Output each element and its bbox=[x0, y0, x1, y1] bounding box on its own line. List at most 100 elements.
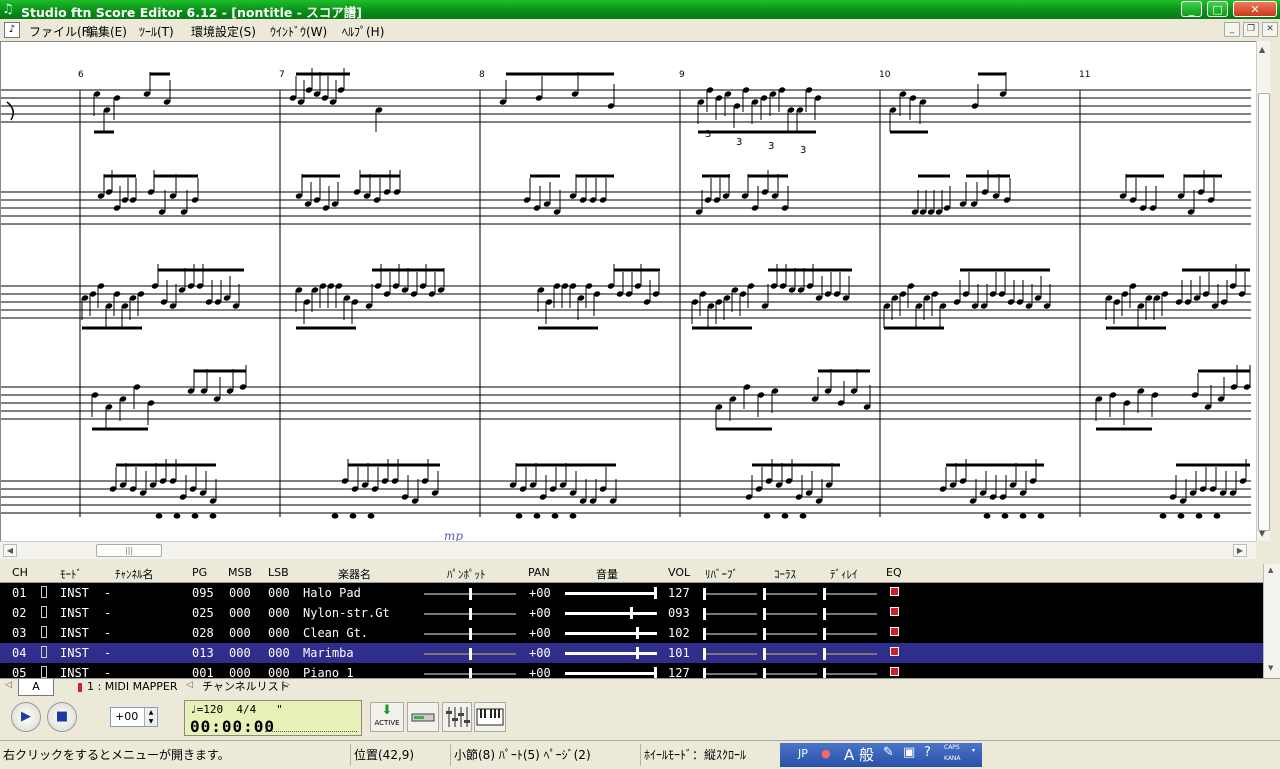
reverb-slider[interactable] bbox=[703, 608, 757, 620]
slider-knob[interactable] bbox=[823, 608, 826, 620]
ime-options-icon[interactable]: ▾ bbox=[972, 747, 975, 754]
panpot-slider[interactable] bbox=[424, 588, 516, 600]
ime-input-mode[interactable]: A 般 bbox=[844, 744, 874, 765]
slider-knob[interactable] bbox=[763, 648, 766, 660]
reverb-slider[interactable] bbox=[703, 648, 757, 660]
slider-knob[interactable] bbox=[654, 667, 657, 678]
mute-checkbox[interactable] bbox=[41, 666, 47, 678]
panpot-slider[interactable] bbox=[424, 608, 516, 620]
mute-checkbox[interactable] bbox=[41, 626, 47, 638]
header-volume[interactable]: 音量 bbox=[596, 566, 618, 582]
slider-knob[interactable] bbox=[469, 628, 472, 640]
tab-prev-icon[interactable]: ◁ bbox=[186, 680, 193, 690]
horizontal-scroll-thumb[interactable]: ||| bbox=[96, 544, 162, 557]
delay-slider[interactable] bbox=[823, 628, 877, 640]
header-vol[interactable]: VOL bbox=[668, 566, 690, 579]
mdi-close-button[interactable]: ✕ bbox=[1262, 22, 1278, 37]
ime-language-bar[interactable]: JP ● A 般 ✎ ▣ ? CAPS KANA ▾ bbox=[780, 743, 982, 767]
eq-toggle[interactable] bbox=[890, 607, 899, 616]
slider-knob[interactable] bbox=[763, 608, 766, 620]
header-pg[interactable]: PG bbox=[192, 566, 207, 579]
score-vertical-scrollbar[interactable]: ▲ ▼ bbox=[1256, 41, 1271, 541]
scroll-up-icon[interactable]: ▲ bbox=[1268, 566, 1273, 574]
delay-slider[interactable] bbox=[823, 608, 877, 620]
delay-slider[interactable] bbox=[823, 668, 877, 678]
slider-knob[interactable] bbox=[636, 647, 639, 659]
slider-knob[interactable] bbox=[763, 668, 766, 678]
slider-knob[interactable] bbox=[703, 588, 706, 600]
slider-knob[interactable] bbox=[763, 628, 766, 640]
header-delay[interactable]: ﾃﾞｨﾚｲ bbox=[830, 566, 858, 582]
chorus-slider[interactable] bbox=[763, 588, 817, 600]
tab-scroll-left-icon[interactable]: ◁ bbox=[5, 680, 12, 690]
ime-mic-icon[interactable]: ● bbox=[821, 747, 831, 760]
tab-channel-list[interactable]: チャンネルリスト bbox=[202, 679, 290, 695]
mdi-minimize-button[interactable]: _ bbox=[1224, 22, 1240, 37]
volume-slider[interactable] bbox=[565, 647, 657, 659]
channel-row[interactable]: 02 INST - 025 000 000 Nylon-str.Gt +00 093 bbox=[0, 603, 1263, 623]
scroll-right-icon[interactable]: ▶ bbox=[1233, 544, 1247, 557]
slider-knob[interactable] bbox=[823, 668, 826, 678]
scroll-down-icon[interactable]: ▼ bbox=[1268, 664, 1273, 672]
scroll-up-icon[interactable]: ▲ bbox=[1259, 45, 1265, 54]
spin-arrows-icon[interactable]: ▲ ▼ bbox=[144, 708, 157, 726]
ime-dictionary-icon[interactable]: ▣ bbox=[903, 745, 915, 760]
menu-settings[interactable]: 環境設定(S) bbox=[191, 23, 256, 40]
volume-slider[interactable] bbox=[565, 607, 657, 619]
stop-button[interactable]: ■ bbox=[47, 702, 77, 732]
slider-knob[interactable] bbox=[703, 628, 706, 640]
eq-toggle[interactable] bbox=[890, 667, 899, 676]
slider-knob[interactable] bbox=[763, 588, 766, 600]
slider-knob[interactable] bbox=[469, 588, 472, 600]
header-msb[interactable]: MSB bbox=[228, 566, 252, 579]
tab-midi-mapper[interactable]: 1 : MIDI MAPPER bbox=[87, 679, 178, 695]
volume-slider[interactable] bbox=[565, 627, 657, 639]
scroll-left-icon[interactable]: ◀ bbox=[3, 544, 17, 557]
minimize-button[interactable]: _ bbox=[1181, 1, 1202, 17]
maximize-button[interactable]: □ bbox=[1207, 1, 1228, 17]
tab-a[interactable]: A bbox=[18, 679, 54, 696]
slider-knob[interactable] bbox=[703, 668, 706, 678]
channel-row[interactable]: 05 INST - 001 000 000 Piano 1 +00 127 bbox=[0, 663, 1263, 678]
channel-row[interactable]: 03 INST - 028 000 000 Clean Gt. +00 102 bbox=[0, 623, 1263, 643]
slider-knob[interactable] bbox=[823, 588, 826, 600]
slider-knob[interactable] bbox=[703, 648, 706, 660]
reverb-slider[interactable] bbox=[703, 588, 757, 600]
slider-knob[interactable] bbox=[823, 648, 826, 660]
chorus-slider[interactable] bbox=[763, 648, 817, 660]
close-button[interactable]: ✕ bbox=[1233, 1, 1277, 17]
header-panpot[interactable]: ﾊﾟﾝﾎﾟｯﾄ bbox=[447, 566, 486, 582]
header-reverb[interactable]: ﾘﾊﾞｰﾌﾞ bbox=[705, 566, 738, 582]
ime-language[interactable]: JP bbox=[798, 747, 808, 760]
eq-toggle[interactable] bbox=[890, 587, 899, 596]
slider-knob[interactable] bbox=[469, 608, 472, 620]
menu-edit[interactable]: 編集(E) bbox=[86, 23, 127, 40]
transpose-stepper[interactable]: +00 ▲ ▼ bbox=[110, 707, 158, 727]
volume-slider[interactable] bbox=[565, 587, 657, 599]
slider-knob[interactable] bbox=[654, 587, 657, 599]
volume-slider[interactable] bbox=[565, 667, 657, 678]
document-score-icon[interactable]: ♪ bbox=[4, 22, 20, 38]
slider-knob[interactable] bbox=[469, 668, 472, 678]
header-instrument[interactable]: 楽器名 bbox=[338, 566, 371, 582]
ime-help-icon[interactable]: ? bbox=[924, 745, 931, 760]
header-chorus[interactable]: ｺｰﾗｽ bbox=[774, 566, 796, 582]
tab-next-icon[interactable]: ▷ bbox=[283, 680, 290, 690]
ime-tool-icon[interactable]: ✎ bbox=[883, 745, 894, 760]
header-pan[interactable]: PAN bbox=[528, 566, 550, 579]
menu-help[interactable]: ﾍﾙﾌﾟ(H) bbox=[342, 23, 384, 40]
eq-toggle[interactable] bbox=[890, 627, 899, 636]
mute-checkbox[interactable] bbox=[41, 646, 47, 658]
header-mode[interactable]: ﾓｰﾄﾞ bbox=[60, 566, 82, 582]
slider-knob[interactable] bbox=[469, 648, 472, 660]
menu-file[interactable]: ファイル(F) bbox=[29, 23, 93, 40]
header-ch[interactable]: CH bbox=[12, 566, 28, 579]
channel-row[interactable]: 04 INST - 013 000 000 Marimba +00 101 bbox=[0, 643, 1263, 663]
reverb-slider[interactable] bbox=[703, 628, 757, 640]
slider-knob[interactable] bbox=[823, 628, 826, 640]
mdi-restore-button[interactable]: ❐ bbox=[1243, 22, 1259, 37]
delay-slider[interactable] bbox=[823, 588, 877, 600]
slider-knob[interactable] bbox=[630, 607, 633, 619]
chorus-slider[interactable] bbox=[763, 668, 817, 678]
play-button[interactable]: ▶ bbox=[11, 702, 41, 732]
